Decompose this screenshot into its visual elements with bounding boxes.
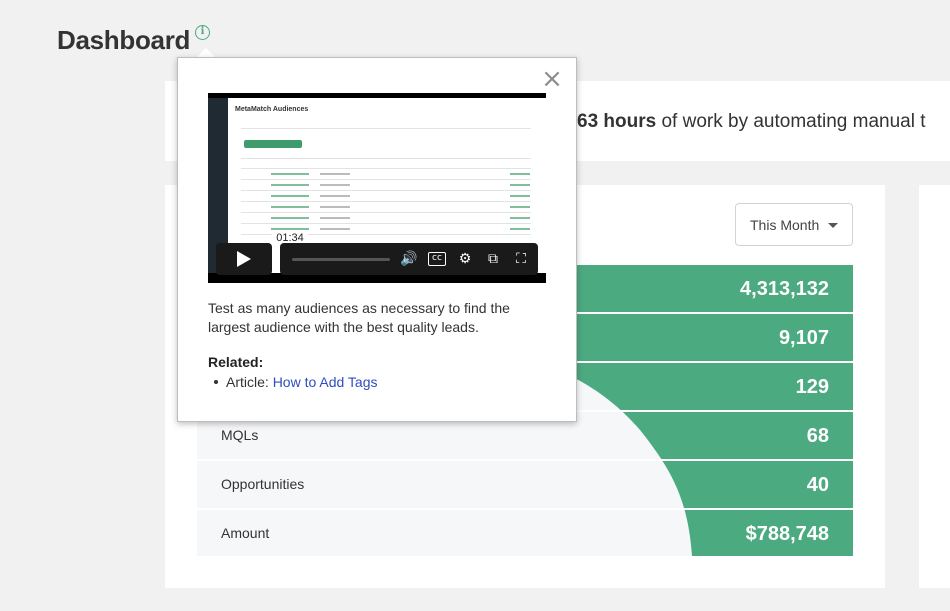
video-thumb-cell <box>271 195 309 197</box>
funnel-value: 129 <box>795 376 829 398</box>
video-thumb-line <box>241 201 531 202</box>
related-heading: Related: <box>208 354 264 370</box>
video-thumb-cell <box>271 206 309 208</box>
picture-in-picture-icon[interactable]: ⧉ <box>484 250 502 268</box>
popup-description: Test as many audiences as necessary to f… <box>208 300 510 335</box>
captions-icon[interactable]: cc <box>428 252 446 266</box>
funnel-value: 4,313,132 <box>740 278 829 300</box>
popup-arrow <box>197 48 215 57</box>
video-thumb-cell <box>510 206 530 208</box>
video-thumb-button <box>244 140 302 148</box>
funnel-value: 68 <box>806 425 829 447</box>
video-thumb-line <box>241 223 531 224</box>
gear-icon[interactable]: ⚙ <box>456 250 474 268</box>
bullet-icon <box>214 380 218 385</box>
video-thumb-line <box>241 128 531 129</box>
video-thumb-cell <box>320 228 350 230</box>
funnel-value: 9,107 <box>778 327 829 349</box>
funnel-label-opportunities: Opportunities <box>221 476 305 492</box>
video-thumb-line <box>241 212 531 213</box>
video-thumb-cell <box>510 195 530 197</box>
funnel-label-amount: Amount <box>221 525 270 541</box>
video-thumb-cell <box>320 206 350 208</box>
video-thumb-cell <box>271 217 309 219</box>
funnel-value: 40 <box>806 474 829 496</box>
video-progress-bar[interactable] <box>292 258 390 261</box>
funnel-label-mqls: MQLs <box>221 427 259 443</box>
related-item: Article: How to Add Tags <box>214 374 378 390</box>
close-icon[interactable]: × <box>541 66 563 92</box>
video-thumb-cell <box>271 184 309 186</box>
period-select-value: This Month <box>750 217 820 233</box>
video-thumb-line <box>241 190 531 191</box>
play-icon <box>237 251 251 267</box>
fullscreen-icon[interactable]: ⛶ <box>512 250 530 268</box>
video-title: MetaMatch Audiences <box>235 106 309 113</box>
video-thumb-cell <box>320 184 350 186</box>
video-thumb-cell <box>510 217 530 219</box>
funnel-value: $788,748 <box>745 523 829 545</box>
video-thumb-cell <box>320 217 350 219</box>
video-thumb-cell <box>510 228 530 230</box>
video-thumb-line <box>241 168 531 169</box>
video-thumb-cell <box>271 173 309 175</box>
video-thumb-line <box>241 179 531 180</box>
video-thumb-cell <box>320 173 350 175</box>
related-prefix: Article: <box>226 374 273 390</box>
related-link[interactable]: How to Add Tags <box>273 374 378 390</box>
period-select[interactable]: This Month <box>735 203 853 246</box>
video-thumb-cell <box>510 173 530 175</box>
video-thumb-line <box>241 158 531 159</box>
video-thumb-cell <box>320 195 350 197</box>
caret-down-icon <box>828 223 838 228</box>
volume-icon[interactable]: 🔊 <box>400 250 418 268</box>
video-thumb-cell <box>510 184 530 186</box>
